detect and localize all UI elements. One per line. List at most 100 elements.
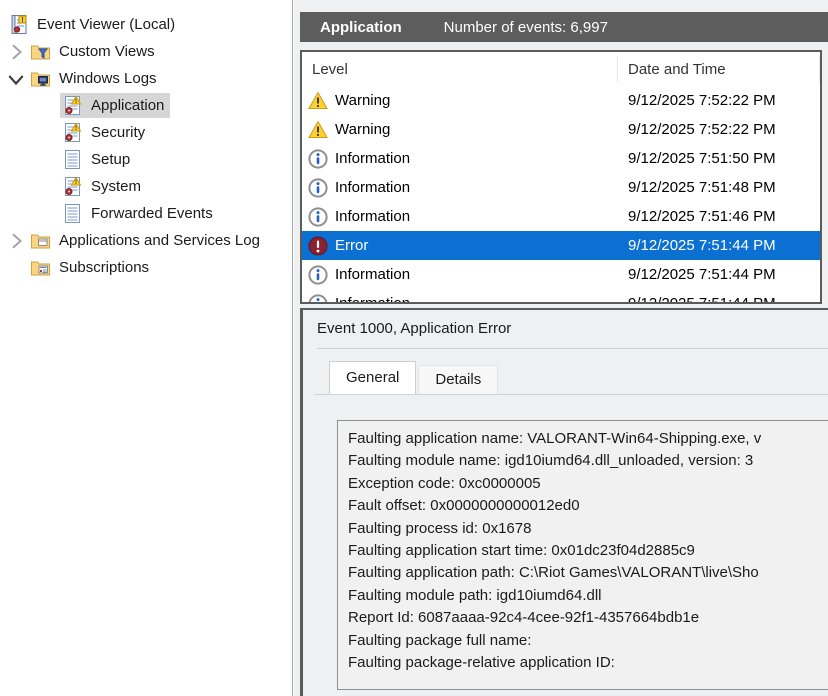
- log-plain-icon: [62, 149, 83, 170]
- sidebar-item-subscriptions[interactable]: Subscriptions: [0, 254, 292, 281]
- event-datetime: 9/12/2025 7:51:44 PM: [618, 266, 820, 283]
- event-description-box[interactable]: Faulting application name: VALORANT-Win6…: [337, 420, 828, 690]
- event-description-line: Faulting application start time: 0x01dc2…: [348, 540, 828, 562]
- event-row[interactable]: Error9/12/2025 7:51:44 PM: [302, 231, 820, 260]
- event-description-line: Faulting package full name:: [348, 630, 828, 652]
- detail-tabbar: GeneralDetails: [329, 362, 498, 394]
- sidebar-item-custom-views[interactable]: Custom Views: [0, 38, 292, 65]
- tree-item-content: Forwarded Events: [60, 201, 219, 226]
- event-datetime: 9/12/2025 7:51:46 PM: [618, 208, 820, 225]
- tab-details[interactable]: Details: [418, 365, 498, 394]
- chevron-right-icon[interactable]: [4, 40, 28, 64]
- chevron-right-icon[interactable]: [4, 229, 28, 253]
- sidebar-item-label: System: [91, 178, 141, 195]
- log-alert-icon: !: [62, 176, 83, 197]
- event-list: Level Date and Time Warning 9/12/2025 7:5…: [300, 50, 822, 304]
- svg-text:!: !: [75, 98, 77, 105]
- column-header-date[interactable]: Date and Time: [618, 56, 820, 82]
- tree-item-content: Windows Logs: [28, 66, 163, 91]
- log-alert-icon: !: [62, 95, 83, 116]
- event-description-line: Report Id: 6087aaaa-92c4-4cee-92f1-43576…: [348, 607, 828, 629]
- sidebar-item-event-viewer-local[interactable]: ! Event Viewer (Local): [0, 11, 292, 38]
- sidebar-item-setup[interactable]: Setup: [0, 146, 292, 173]
- event-row[interactable]: Warning9/12/2025 7:52:22 PM: [302, 115, 820, 144]
- sidebar-item-system[interactable]: ! System: [0, 173, 292, 200]
- log-header-bar: Application Number of events: 6,997: [300, 12, 828, 42]
- event-description-line: Faulting process id: 0x1678: [348, 518, 828, 540]
- tab-baseline: [315, 394, 828, 395]
- tree-item-content: !Security: [60, 120, 151, 145]
- column-header-level[interactable]: Level: [302, 56, 618, 82]
- events-count: Number of events: 6,997: [444, 19, 608, 36]
- svg-text:!: !: [75, 125, 77, 132]
- sidebar-item-applications-and-services-log[interactable]: Applications and Services Log: [0, 227, 292, 254]
- expander-spacer: [4, 256, 28, 280]
- event-level-label: Warning: [335, 121, 390, 138]
- event-row[interactable]: Information 9/12/2025 7:51:46 PM: [302, 202, 820, 231]
- event-level-label: Information: [335, 150, 410, 167]
- tree-item-content: !Application: [60, 93, 170, 118]
- chevron-down-icon[interactable]: [4, 67, 28, 91]
- event-level-cell: Information: [302, 178, 618, 198]
- folder-computer-icon: [30, 68, 51, 89]
- log-plain-icon: [62, 203, 83, 224]
- event-row[interactable]: Information 9/12/2025 7:51:50 PM: [302, 144, 820, 173]
- event-level-cell: Information: [302, 207, 618, 227]
- svg-text:!: !: [75, 179, 77, 186]
- warning-icon: [308, 91, 328, 111]
- event-row[interactable]: Information9/12/2025 7:51:44 PM: [302, 260, 820, 289]
- event-level-cell: Warning: [302, 120, 618, 140]
- event-list-header: Level Date and Time: [302, 52, 820, 86]
- event-level-cell: Information: [302, 149, 618, 169]
- warning-icon: [308, 120, 328, 140]
- event-level-label: Warning: [335, 92, 390, 109]
- information-icon: [308, 294, 328, 305]
- event-detail-pane: Event 1000, Application Error GeneralDet…: [300, 308, 828, 696]
- event-row[interactable]: Warning 9/12/2025 7:52:22 PM: [302, 86, 820, 115]
- event-description-line: Faulting module name: igd10iumd64.dll_un…: [348, 450, 828, 472]
- sidebar-item-label: Windows Logs: [59, 70, 157, 87]
- event-description-line: Faulting module path: igd10iumd64.dll: [348, 585, 828, 607]
- sidebar-item-label: Subscriptions: [59, 259, 149, 276]
- tree-item-content: ! Event Viewer (Local): [6, 12, 181, 37]
- event-description-line: Faulting application path: C:\Riot Games…: [348, 562, 828, 584]
- sidebar-item-windows-logs[interactable]: Windows Logs: [0, 65, 292, 92]
- event-datetime: 9/12/2025 7:51:48 PM: [618, 179, 820, 196]
- sidebar-item-security[interactable]: !Security: [0, 119, 292, 146]
- event-viewer-icon: !: [8, 14, 29, 35]
- event-datetime: 9/12/2025 7:51:50 PM: [618, 150, 820, 167]
- sidebar-item-forwarded-events[interactable]: Forwarded Events: [0, 200, 292, 227]
- sidebar-item-label: Applications and Services Log: [59, 232, 260, 249]
- event-level-label: Error: [335, 237, 368, 254]
- sidebar-item-label: Setup: [91, 151, 130, 168]
- log-alert-icon: !: [62, 122, 83, 143]
- event-detail-title: Event 1000, Application Error: [303, 310, 828, 337]
- sidebar-item-label: Forwarded Events: [91, 205, 213, 222]
- top-strip: [294, 0, 828, 12]
- sidebar-item-application[interactable]: !Application: [0, 92, 292, 119]
- event-description-line: Exception code: 0xc0000005: [348, 473, 828, 495]
- information-icon: [308, 265, 328, 285]
- tree-item-content: Setup: [60, 147, 136, 172]
- event-level-cell: Information: [302, 294, 618, 305]
- error-icon: [308, 236, 328, 256]
- information-icon: [308, 207, 328, 227]
- tree-item-content: Subscriptions: [28, 255, 155, 280]
- event-level-cell: Error: [302, 236, 618, 256]
- event-datetime: 9/12/2025 7:52:22 PM: [618, 92, 820, 109]
- event-level-label: Information: [335, 295, 410, 304]
- tree-item-content: ! System: [60, 174, 147, 199]
- information-icon: [308, 149, 328, 169]
- event-row[interactable]: Information9/12/2025 7:51:48 PM: [302, 173, 820, 202]
- event-level-cell: Information: [302, 265, 618, 285]
- tree-item-content: Applications and Services Log: [28, 228, 266, 253]
- event-description-line: Faulting package-relative application ID…: [348, 652, 828, 674]
- event-row[interactable]: Information9/12/2025 7:51:44 PM: [302, 289, 820, 304]
- event-level-cell: Warning: [302, 91, 618, 111]
- event-level-label: Information: [335, 208, 410, 225]
- tab-general[interactable]: General: [329, 361, 416, 394]
- sidebar-item-label: Custom Views: [59, 43, 155, 60]
- event-description-line: Faulting application name: VALORANT-Win6…: [348, 428, 828, 450]
- folder-window-icon: [30, 230, 51, 251]
- sidebar-item-label: Event Viewer (Local): [37, 16, 175, 33]
